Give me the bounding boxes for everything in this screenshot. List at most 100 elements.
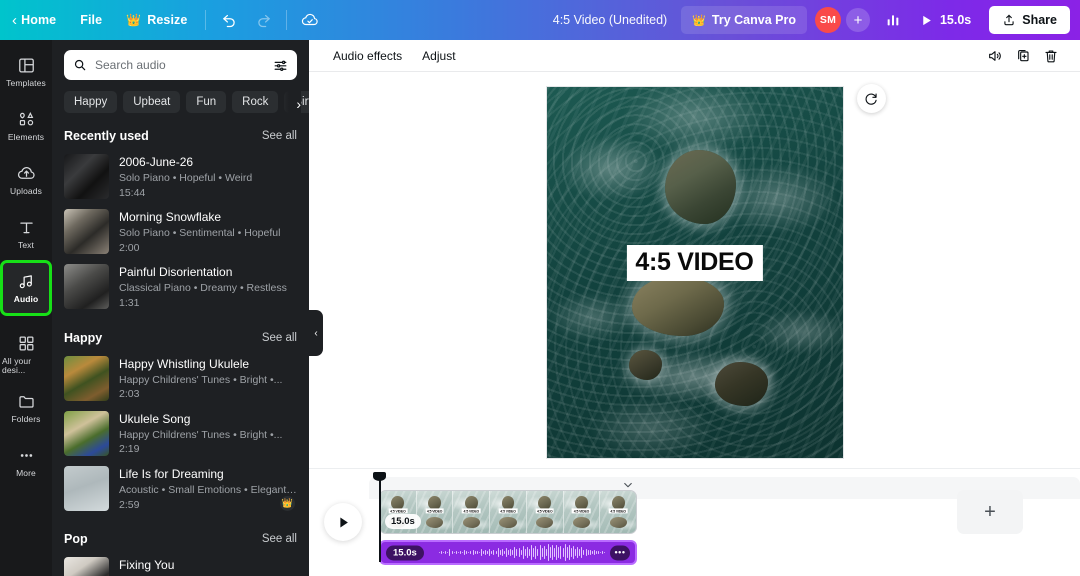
add-collaborator-button[interactable]: + [845,8,870,32]
sidebar-item-uploads[interactable]: Uploads [2,154,50,206]
volume-icon [989,50,1001,61]
rock-shape [664,150,736,225]
frame-caption: 4:5 VIDEO [425,508,444,514]
playhead[interactable] [373,472,386,562]
pro-label: Try Canva Pro [711,13,796,27]
file-label: File [80,13,103,27]
track-name: Morning Snowflake [119,210,222,225]
duplicate-button[interactable] [1010,43,1036,69]
track-tags: Happy Childrens' Tunes • Bright •... [119,373,283,386]
chip-fun[interactable]: Fun [186,91,227,113]
timeline-audio-clip[interactable]: 15.0s ••• [379,540,637,565]
home-button[interactable]: ‹ Home [2,6,66,34]
track-thumbnail [64,209,109,255]
volume-button[interactable] [982,43,1008,69]
adjust-button[interactable]: Adjust [414,45,463,67]
bar-chart-icon [887,15,899,26]
sidebar-item-more[interactable]: More [2,436,50,488]
file-menu-button[interactable]: File [70,6,112,34]
search-bar[interactable] [64,50,297,80]
duplicate-icon [1018,49,1029,61]
list-item[interactable]: Life Is for Dreaming Acoustic • Small Em… [64,461,297,516]
ellipsis-icon: ••• [614,547,626,558]
add-page-button[interactable]: + [957,490,1023,534]
track-meta: Ukulele Song Happy Childrens' Tunes • Br… [119,411,297,456]
list-item[interactable]: Fixing You [64,552,297,576]
track-thumbnail [64,355,109,401]
track-name: Painful Disorientation [119,265,233,280]
audio-clip-menu-button[interactable]: ••• [610,545,630,560]
redo-icon [258,14,270,27]
list-item[interactable]: Happy Whistling Ukulele Happy Childrens'… [64,351,297,406]
chip-rock[interactable]: Rock [232,91,279,113]
track-tags: Acoustic • Small Emotions • Elegant •... [119,483,297,496]
design-canvas[interactable]: 4:5 VIDEO [545,86,844,459]
preview-play-button[interactable]: 15.0s [912,6,981,34]
animate-button[interactable] [856,84,886,113]
duration-label: 15.0s [939,13,972,27]
undo-button[interactable] [214,6,244,34]
search-icon [74,59,86,71]
filmstrip-frame: 4:5 VIDEO [453,491,491,533]
sidebar-item-label: More [16,468,36,479]
track-meta: 2006-June-26 Solo Piano • Hopeful • Weir… [119,154,297,199]
top-toolbar-right: 4:5 Video (Unedited) 👑 Try Canva Pro SM … [541,0,1080,40]
frame-caption: 4:5 VIDEO [535,508,555,514]
chip-upbeat[interactable]: Upbeat [123,91,181,113]
sidebar-item-folders[interactable]: Folders [2,382,50,434]
track-tags: Solo Piano • Sentimental • Hopeful [119,227,281,240]
audio-waveform [439,542,606,563]
sidebar-item-label: Text [18,240,34,251]
plus-icon: + [853,11,863,29]
uploads-icon [17,167,35,180]
chip-happy[interactable]: Happy [64,91,118,113]
see-all-link[interactable]: See all [262,332,297,344]
playhead-handle[interactable] [373,472,386,481]
audio-effects-button[interactable]: Audio effects [325,45,410,67]
delete-icon [1045,49,1057,62]
chips-scroll-right-button[interactable]: › [279,91,301,116]
track-duration: 1:31 [119,296,140,309]
sidebar-item-elements[interactable]: Elements [2,100,50,152]
cloud-saved-button[interactable] [295,6,325,34]
timeline-scene-clip[interactable]: 4:5 VIDEO 4:5 VIDEO 4:5 VIDEO 4:5 VIDEO … [379,490,637,534]
list-item[interactable]: 2006-June-26 Solo Piano • Hopeful • Weir… [64,149,297,204]
section-header-recently-used: Recently used See all [64,129,297,143]
category-chips: Happy Upbeat Fun Rock Birthday › [64,91,309,116]
toolbar-divider-2 [286,10,288,30]
track-meta: Morning Snowflake Solo Piano • Sentiment… [119,209,297,254]
resize-button[interactable]: 👑 Resize [116,6,197,34]
list-item[interactable]: Painful Disorientation Classical Piano •… [64,259,297,314]
share-button[interactable]: Share [989,6,1070,34]
sidebar-item-audio[interactable]: Audio [0,260,52,316]
delete-button[interactable] [1038,43,1064,69]
section-header-pop: Pop See all [64,532,297,546]
sidebar-item-all-your-designs[interactable]: All your desi... [2,328,50,380]
filmstrip-frame: 4:5 VIDEO [490,491,527,533]
track-thumbnail [64,154,109,199]
see-all-link[interactable]: See all [262,130,297,142]
audio-panel: Happy Upbeat Fun Rock Birthday › Recentl… [52,40,309,576]
sidebar-item-label: Uploads [10,186,42,197]
templates-icon [18,58,34,73]
list-item[interactable]: Ukulele Song Happy Childrens' Tunes • Br… [64,406,297,461]
insights-button[interactable] [878,6,908,34]
panel-collapse-button[interactable]: ‹ [309,310,323,356]
search-input[interactable] [95,58,265,72]
canvas-text-element[interactable]: 4:5 VIDEO [626,245,763,282]
sidebar-item-text[interactable]: Text [2,208,50,260]
track-meta: Painful Disorientation Classical Piano •… [119,264,297,309]
avatar[interactable]: SM [814,7,841,33]
timeline-play-button[interactable] [324,503,362,541]
sidebar-item-templates[interactable]: Templates [2,46,50,98]
see-all-link[interactable]: See all [262,533,297,545]
try-canva-pro-button[interactable]: 👑 Try Canva Pro [681,6,807,34]
section-title: Recently used [64,129,149,143]
redo-button[interactable] [248,6,278,34]
list-item[interactable]: Morning Snowflake Solo Piano • Sentiment… [64,204,297,259]
rock-shape [629,350,662,381]
document-title[interactable]: 4:5 Video (Unedited) [541,6,679,34]
section-header-happy: Happy See all [64,331,297,345]
frame-caption: 4:5 VIDEO [388,508,408,514]
sliders-icon[interactable] [273,58,288,73]
